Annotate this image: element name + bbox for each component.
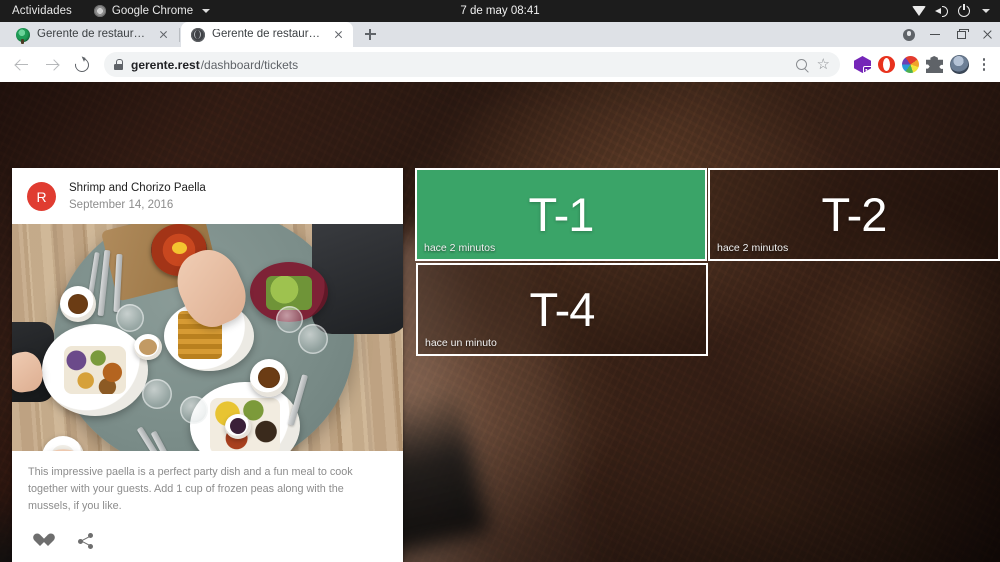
green-balloon-favicon xyxy=(16,27,30,44)
window-controls xyxy=(896,22,1000,47)
profile-avatar[interactable] xyxy=(950,55,969,74)
ticket-tile-t1[interactable]: T-1 hace 2 minutos xyxy=(415,168,707,261)
reload-button[interactable] xyxy=(68,51,96,79)
tab-title: Gerente de restaurantes xyxy=(37,28,149,40)
gnome-top-bar: Actividades Google Chrome 7 de may 08:41 xyxy=(0,0,1000,22)
power-icon[interactable] xyxy=(958,4,970,17)
opera-extension-icon[interactable] xyxy=(878,56,895,73)
url-host: gerente.rest xyxy=(131,57,200,72)
share-button[interactable] xyxy=(72,527,100,555)
ticket-time: hace 2 minutos xyxy=(424,242,496,254)
close-tab-icon[interactable] xyxy=(156,27,171,42)
ticket-grid: T-1 hace 2 minutos T-2 hace 2 minutos T-… xyxy=(415,168,1000,358)
chrome-window: Gerente de restaurantes Gerente de resta… xyxy=(0,22,1000,562)
color-wheel-extension-icon[interactable] xyxy=(902,56,919,73)
chrome-menu-button[interactable] xyxy=(976,57,992,73)
tab-title: Gerente de restaurantes xyxy=(212,28,324,40)
ticket-tile-t2[interactable]: T-2 hace 2 minutos xyxy=(708,168,1000,261)
minimize-button[interactable] xyxy=(922,22,948,47)
bookmark-star-icon[interactable]: ☆ xyxy=(817,57,830,72)
recipe-title: Shrimp and Chorizo Paella xyxy=(69,182,206,194)
address-bar[interactable]: gerente.rest /dashboard/tickets ☆ xyxy=(104,52,840,77)
favorite-button[interactable] xyxy=(26,527,54,555)
chrome-icon xyxy=(93,5,106,17)
ticket-time: hace 2 minutos xyxy=(717,242,789,254)
ticket-tile-t4[interactable]: T-4 hace un minuto xyxy=(416,263,708,356)
avatar: R xyxy=(27,182,56,212)
recipe-card-actions xyxy=(12,519,403,562)
tab-separator xyxy=(179,27,180,42)
tab-gerente-2[interactable]: Gerente de restaurantes xyxy=(181,22,353,47)
url-path: /dashboard/tickets xyxy=(200,57,299,72)
lock-icon xyxy=(114,59,123,70)
browser-toolbar: gerente.rest /dashboard/tickets ☆ 10 xyxy=(0,47,1000,82)
forward-button[interactable] xyxy=(38,51,66,79)
close-tab-icon[interactable] xyxy=(331,27,346,42)
ticket-label: T-1 xyxy=(528,188,595,241)
ticket-label: T-2 xyxy=(821,188,888,241)
search-icon[interactable] xyxy=(795,59,807,70)
recipe-photo xyxy=(12,223,403,451)
profile-icon-button[interactable] xyxy=(896,22,922,47)
extension-badge-count: 10 xyxy=(863,66,873,76)
purple-extension-icon[interactable]: 10 xyxy=(854,56,871,73)
page-viewport: R Shrimp and Chorizo Paella September 14… xyxy=(0,82,1000,562)
heart-icon xyxy=(33,534,48,548)
share-icon xyxy=(78,533,94,550)
tray-chevron-down-icon[interactable] xyxy=(982,9,990,13)
wifi-icon[interactable] xyxy=(912,6,926,16)
chevron-down-icon xyxy=(202,9,211,13)
volume-icon[interactable] xyxy=(935,5,949,17)
ticket-time: hace un minuto xyxy=(425,337,497,349)
extension-icons: 10 xyxy=(854,55,992,74)
recipe-date: September 14, 2016 xyxy=(69,198,174,211)
active-app-label: Google Chrome xyxy=(111,5,194,17)
puzzle-extensions-icon[interactable] xyxy=(926,56,943,73)
recipe-description: This impressive paella is a perfect part… xyxy=(28,465,353,513)
system-tray[interactable] xyxy=(912,4,1000,17)
tab-strip: Gerente de restaurantes Gerente de resta… xyxy=(0,22,1000,47)
close-window-button[interactable] xyxy=(974,22,1000,47)
back-button[interactable] xyxy=(8,51,36,79)
maximize-button[interactable] xyxy=(948,22,974,47)
recipe-card[interactable]: R Shrimp and Chorizo Paella September 14… xyxy=(12,168,403,562)
tab-gerente-1[interactable]: Gerente de restaurantes xyxy=(6,22,178,47)
active-app-menu[interactable]: Google Chrome xyxy=(93,5,211,17)
recipe-card-body: This impressive paella is a perfect part… xyxy=(12,451,403,520)
globe-favicon xyxy=(191,27,205,42)
ticket-label: T-4 xyxy=(529,283,596,336)
activities-button[interactable]: Actividades xyxy=(0,5,82,17)
new-tab-button[interactable] xyxy=(357,21,383,47)
recipe-card-header: R Shrimp and Chorizo Paella September 14… xyxy=(12,168,403,224)
